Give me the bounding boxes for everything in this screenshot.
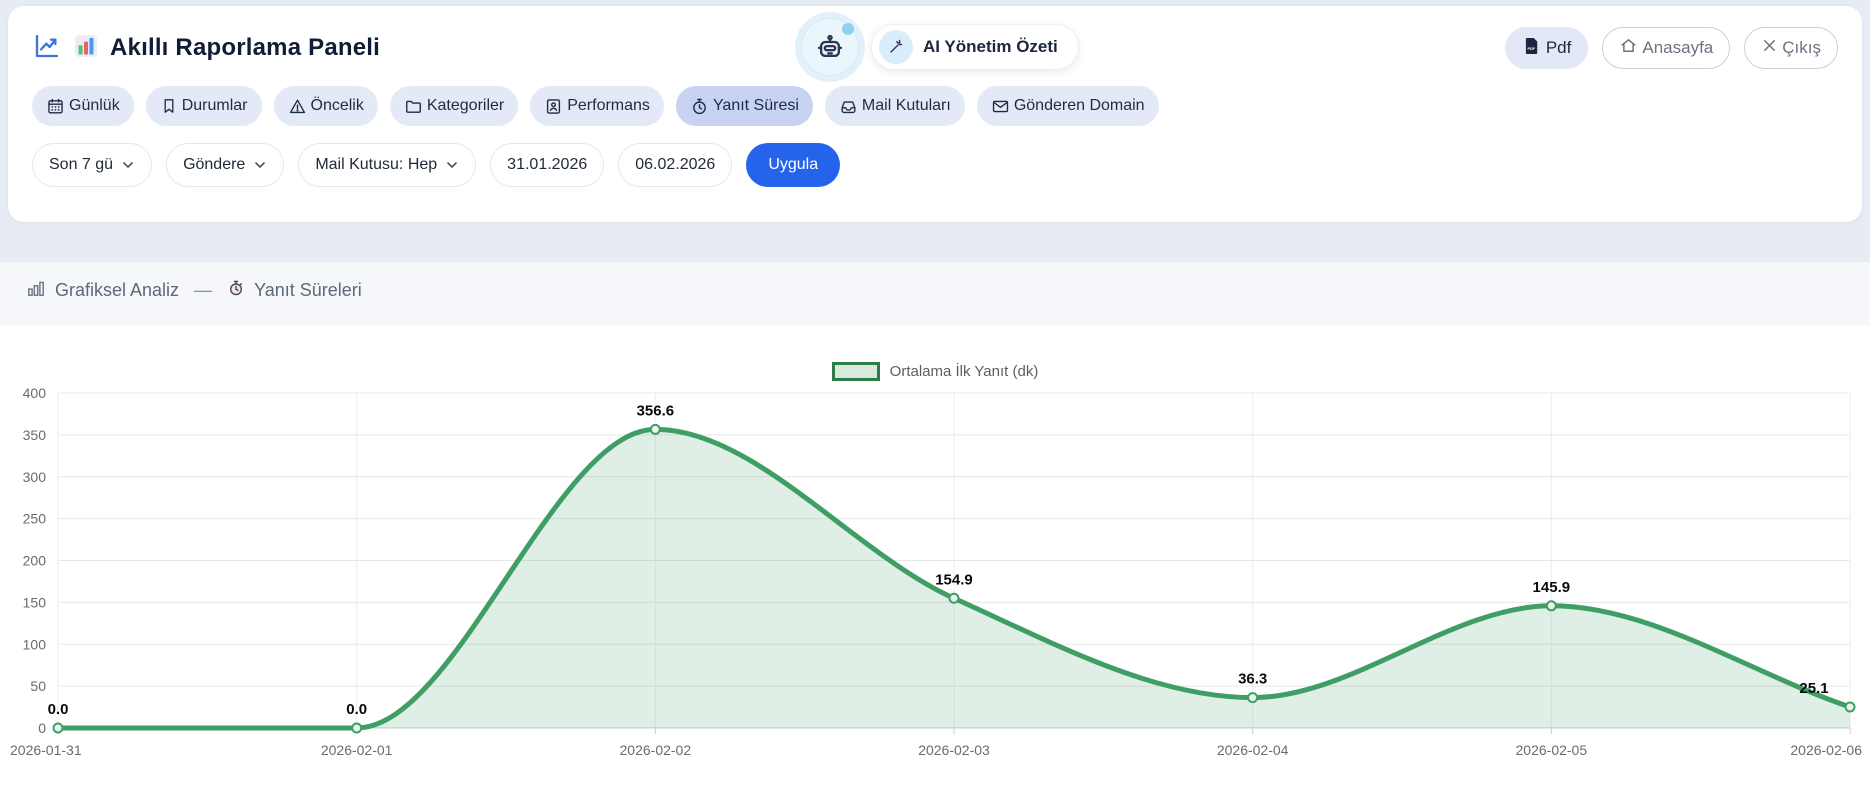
magic-wand-icon [879,30,913,64]
legend-swatch [832,362,880,381]
date-to-input[interactable]: 06.02.2026 [618,143,732,187]
svg-text:0.0: 0.0 [346,701,367,718]
chevron-down-icon [253,158,267,172]
chart-area: Ortalama İlk Yanıt (dk) 0 50 100 150 200 250 3… [0,326,1870,787]
tab-performans[interactable]: Performans [530,86,664,126]
date-from-input[interactable]: 31.01.2026 [490,143,604,187]
tab-label: Yanıt Süresi [713,97,799,115]
tab-label: Performans [567,97,650,115]
svg-text:0.0: 0.0 [48,701,69,718]
ai-summary-button[interactable]: AI Yönetim Özeti [871,24,1079,70]
sender-select[interactable]: Göndere [166,143,284,187]
svg-text:150: 150 [23,594,47,610]
tab-g-nl-k[interactable]: Günlük [32,86,134,126]
date-range-select[interactable]: Son 7 gü [32,143,152,187]
svg-text:25.1: 25.1 [1799,680,1828,697]
pdf-file-icon: PDF [1522,36,1542,61]
tab-label: Mail Kutuları [862,97,951,115]
svg-text:2026-02-01: 2026-02-01 [321,742,393,758]
svg-text:2026-02-02: 2026-02-02 [620,742,692,758]
header-center: AI Yönetim Özeti [801,18,1079,76]
bar-chart-emoji-icon [72,32,100,65]
svg-text:300: 300 [23,469,47,485]
svg-text:2026-02-06: 2026-02-06 [1790,742,1862,758]
svg-text:2026-01-31: 2026-01-31 [10,742,82,758]
section-subtitle-text: Yanıt Süreleri [254,280,362,301]
notification-dot-icon [842,23,854,35]
bookmark-icon [160,97,178,115]
home-label: Anasayfa [1642,38,1713,58]
svg-text:350: 350 [23,427,47,443]
close-icon [1761,37,1778,59]
response-time-chart[interactable]: 0 50 100 150 200 250 300 350 400 2026-01-31 2026-0… [0,383,1870,782]
sender-value: Göndere [183,156,245,174]
section-separator: — [188,280,218,301]
svg-text:250: 250 [23,511,47,527]
apply-button[interactable]: Uygula [746,143,840,187]
calendar-icon [46,97,65,116]
mailbox-select[interactable]: Mail Kutusu: Hep [298,143,476,187]
svg-text:2026-02-04: 2026-02-04 [1217,742,1289,758]
date-to-value: 06.02.2026 [635,156,715,174]
tab--ncelik[interactable]: Öncelik [274,86,378,126]
tab-g-nderen-domain[interactable]: Gönderen Domain [977,86,1159,126]
svg-text:2026-02-05: 2026-02-05 [1516,742,1588,758]
header-right: PDF Pdf Anasayfa Çıkış [1505,27,1838,69]
home-button[interactable]: Anasayfa [1602,27,1730,69]
ai-robot-button[interactable] [801,18,859,76]
section-title: Grafiksel Analiz — Yanıt Süreleri [26,278,362,303]
svg-text:PDF: PDF [1527,47,1535,51]
main-panel: Grafiksel Analiz — Yanıt Süreleri Ortala… [0,262,1870,787]
exit-button[interactable]: Çıkış [1744,27,1838,69]
section-title-text: Grafiksel Analiz [55,280,179,301]
home-icon [1619,36,1638,60]
tab-bar: Günlük Durumlar Öncelik Kategoriler Performa… [8,72,1862,126]
tab-durumlar[interactable]: Durumlar [146,86,262,126]
chart-legend[interactable]: Ortalama İlk Yanıt (dk) [832,362,1039,381]
svg-text:0: 0 [38,720,46,736]
svg-text:100: 100 [23,636,47,652]
trend-chart-icon [32,31,62,66]
svg-text:36.3: 36.3 [1238,671,1267,688]
bars-icon [26,278,46,303]
id-badge-icon [544,97,563,116]
svg-text:154.9: 154.9 [935,571,973,588]
legend-label: Ortalama İlk Yanıt (dk) [890,363,1039,380]
exit-label: Çıkış [1782,38,1821,58]
svg-text:50: 50 [30,678,46,694]
chevron-down-icon [445,158,459,172]
inbox-icon [839,97,858,116]
page-title: Akıllı Raporlama Paneli [110,34,380,62]
folder-icon [404,97,423,116]
tab-label: Gönderen Domain [1014,97,1145,115]
warning-icon [288,97,307,116]
pdf-button[interactable]: PDF Pdf [1505,27,1589,69]
tab-mail-kutular-[interactable]: Mail Kutuları [825,86,965,126]
filters-row: Son 7 gü Göndere Mail Kutusu: Hep 31.01.… [8,126,1862,187]
pdf-label: Pdf [1546,38,1572,58]
envelope-icon [991,97,1010,116]
header-left: Akıllı Raporlama Paneli [32,31,380,66]
tab-label: Öncelik [311,97,364,115]
svg-text:200: 200 [23,553,47,569]
mailbox-value: Mail Kutusu: Hep [315,156,437,174]
tab-kategoriler[interactable]: Kategoriler [390,86,518,126]
stopwatch-small-icon [227,279,245,302]
ai-summary-label: AI Yönetim Özeti [923,37,1058,57]
header-card: Akıllı Raporlama Paneli AI Yönetim Ö [8,6,1862,222]
tab-yan-t-s-resi[interactable]: Yanıt Süresi [676,86,813,126]
svg-text:356.6: 356.6 [637,402,675,419]
tab-label: Kategoriler [427,97,504,115]
date-range-value: Son 7 gü [49,156,113,174]
chevron-down-icon [121,158,135,172]
stopwatch-icon [690,97,709,116]
svg-text:145.9: 145.9 [1533,579,1571,596]
tab-label: Durumlar [182,97,248,115]
svg-text:2026-02-03: 2026-02-03 [918,742,990,758]
tab-label: Günlük [69,97,120,115]
header-row: Akıllı Raporlama Paneli AI Yönetim Ö [8,6,1862,72]
svg-text:400: 400 [23,385,47,401]
date-from-value: 31.01.2026 [507,156,587,174]
